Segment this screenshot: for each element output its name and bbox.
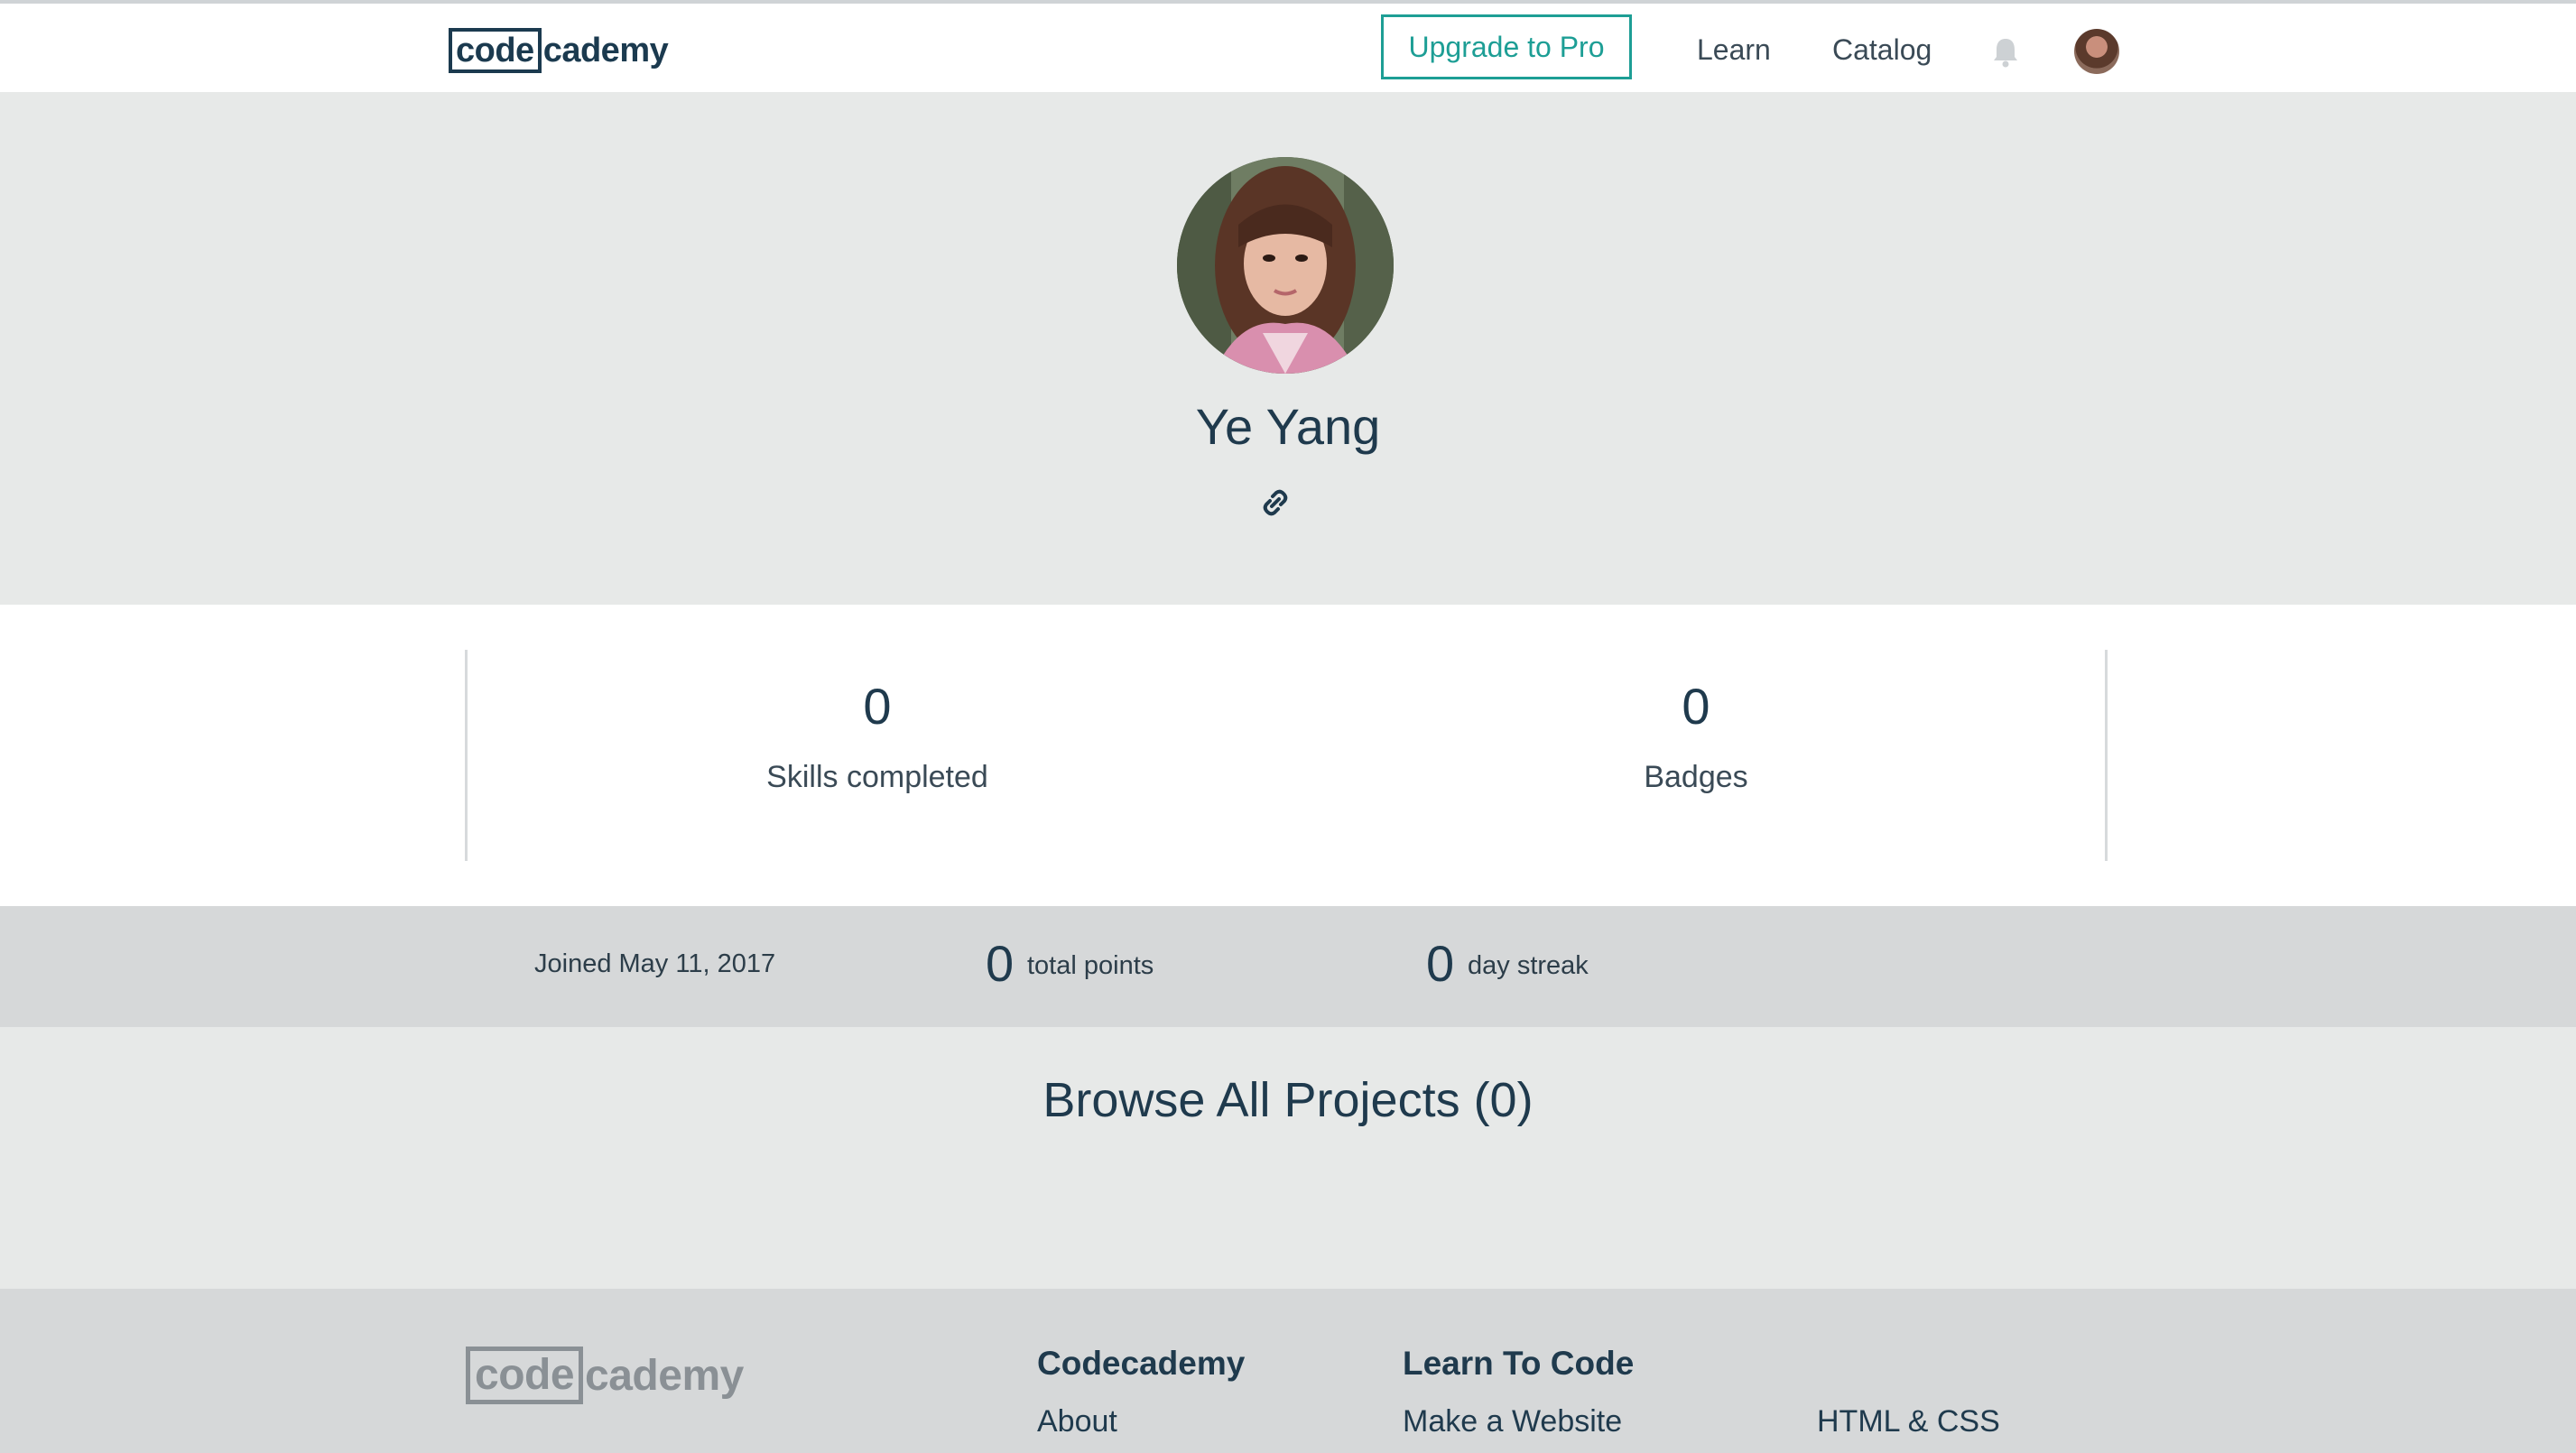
footer-heading-codecademy: Codecademy <box>1037 1345 1246 1382</box>
profile-avatar <box>1177 157 1394 374</box>
nav-catalog-link[interactable]: Catalog <box>1832 25 1932 74</box>
footer-logo[interactable]: code cademy <box>466 1347 744 1404</box>
nav-learn-link[interactable]: Learn <box>1697 25 1771 74</box>
stats-divider-left <box>465 650 468 861</box>
badges-label: Badges <box>1644 760 1748 794</box>
browse-projects-link[interactable]: Browse All Projects (0) <box>0 1072 2576 1128</box>
badges-count: 0 <box>1682 678 1710 735</box>
footer-link-html-css[interactable]: HTML & CSS <box>1817 1404 2000 1439</box>
stats-divider-right <box>2105 650 2108 861</box>
projects-section: Browse All Projects (0) <box>0 1027 2576 1289</box>
stats-section: 0 Skills completed 0 Badges <box>0 605 2576 906</box>
profile-name: Ye Yang <box>1195 398 1381 455</box>
logo-rest-text: cademy <box>542 31 669 69</box>
logo-box-text: code <box>449 28 542 73</box>
footer-link-make-a-website[interactable]: Make a Website <box>1403 1404 1622 1439</box>
site-header: code cademy Upgrade to Pro Learn Catalog <box>0 4 2576 92</box>
footer-link-about[interactable]: About <box>1037 1404 1117 1439</box>
link-icon[interactable] <box>1260 487 1291 518</box>
bell-icon[interactable] <box>1991 36 2020 69</box>
user-avatar-menu[interactable] <box>2074 29 2119 74</box>
footer-heading-learn-to-code: Learn To Code <box>1403 1345 1635 1382</box>
skills-completed-count: 0 <box>863 678 892 735</box>
profile-hero: Ye Yang <box>0 92 2576 605</box>
footer-logo-box-text: code <box>466 1347 584 1404</box>
joined-date: Joined May 11, 2017 <box>534 949 776 978</box>
info-strip: Joined May 11, 2017 0 total points 0 day… <box>0 906 2576 1027</box>
total-points-value: 0 <box>986 935 1015 992</box>
day-streak-label: day streak <box>1468 951 1589 980</box>
codecademy-logo[interactable]: code cademy <box>449 25 669 76</box>
site-footer: code cademy Codecademy About Learn To Cod… <box>0 1289 2576 1453</box>
upgrade-to-pro-button[interactable]: Upgrade to Pro <box>1381 14 1632 79</box>
day-streak-value: 0 <box>1426 935 1455 992</box>
total-points-label: total points <box>1027 951 1154 980</box>
footer-logo-rest-text: cademy <box>585 1351 744 1400</box>
skills-completed-label: Skills completed <box>766 760 988 794</box>
